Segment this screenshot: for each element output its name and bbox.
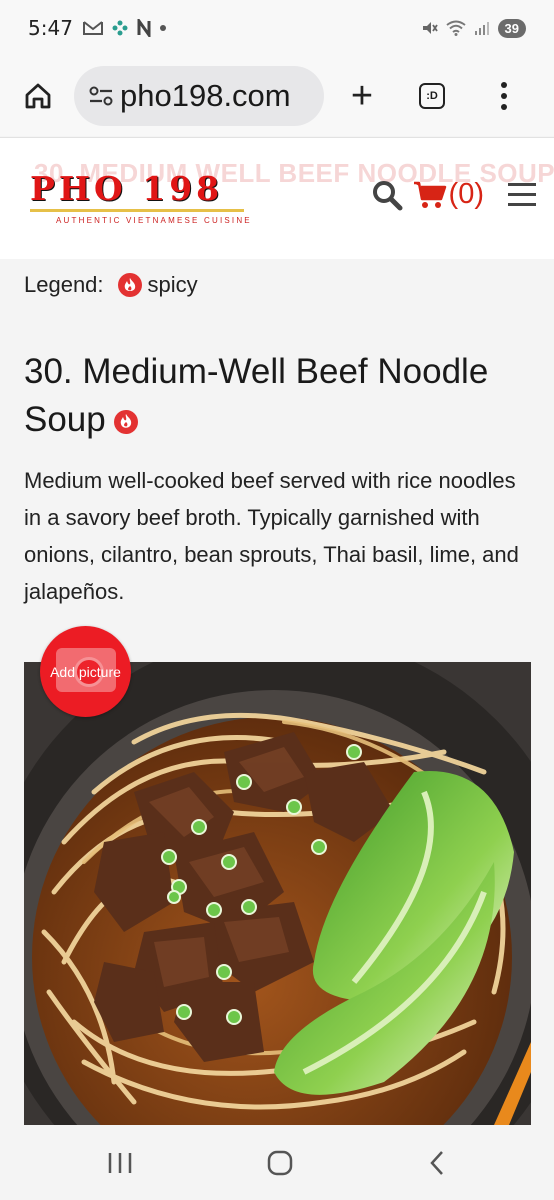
logo-underline (30, 209, 244, 212)
logo-tagline: AUTHENTIC VIETNAMESE CUISINE (56, 216, 252, 225)
spicy-flame-icon (113, 409, 138, 434)
browser-menu-button[interactable] (482, 74, 526, 118)
battery-level: 39 (497, 18, 526, 38)
home-nav-icon[interactable] (266, 1149, 294, 1177)
legend-spicy-text: spicy (147, 272, 198, 297)
more-vert-icon (501, 82, 507, 110)
site-header: 30. MEDIUM WELL BEEF NOODLE SOUP PHO 198… (0, 137, 554, 259)
mute-icon (422, 22, 438, 34)
add-picture-label: Add picture (50, 663, 121, 680)
legend: Legend: spicy (24, 272, 198, 298)
url-text: pho198.com (120, 78, 291, 113)
home-icon (25, 83, 51, 109)
cart-button[interactable]: (0) (413, 178, 484, 211)
recent-apps-icon[interactable] (107, 1151, 133, 1175)
search-icon[interactable] (371, 179, 403, 211)
item-description: Medium well-cooked beef served with rice… (24, 468, 519, 604)
tab-count: :D (419, 83, 445, 109)
home-button[interactable] (16, 74, 60, 118)
gmail-icon (82, 21, 103, 35)
notification-icons (82, 19, 167, 37)
new-tab-button[interactable]: + (340, 74, 384, 118)
spicy-icon (117, 273, 142, 297)
cart-count: (0) (448, 178, 484, 210)
browser-toolbar: pho198.com + :D (0, 56, 554, 136)
address-bar[interactable]: pho198.com (74, 66, 324, 126)
header-actions: (0) (371, 178, 536, 211)
site-settings-icon[interactable] (88, 84, 114, 108)
tab-switcher-button[interactable]: :D (410, 74, 454, 118)
wifi-icon (445, 20, 466, 36)
plus-icon: + (350, 75, 374, 117)
cart-icon (413, 181, 446, 208)
signal-icon (474, 22, 489, 35)
legend-label: Legend: (24, 272, 104, 297)
dot-icon (159, 25, 166, 31)
system-nav-bar (0, 1125, 554, 1200)
item-title-heading: 30. Medium-Well Beef Noodle Soup (24, 348, 530, 444)
logo-text: PHO 198 (30, 169, 224, 208)
status-time: 5:47 (28, 16, 73, 40)
item-title: 30. Medium-Well Beef Noodle Soup (24, 352, 489, 439)
site-logo[interactable]: PHO 198 AUTHENTIC VIETNAMESE CUISINE (30, 172, 252, 225)
menu-icon[interactable] (508, 183, 536, 206)
system-icons: 39 (420, 18, 526, 38)
back-icon[interactable] (427, 1149, 447, 1177)
add-picture-button[interactable]: Add picture (40, 626, 131, 717)
photos-icon (112, 20, 128, 36)
status-bar: 5:47 39 (0, 0, 554, 56)
dish-photo (24, 662, 531, 1125)
beef-noodle-soup-image (24, 662, 531, 1125)
n-icon (137, 19, 151, 37)
